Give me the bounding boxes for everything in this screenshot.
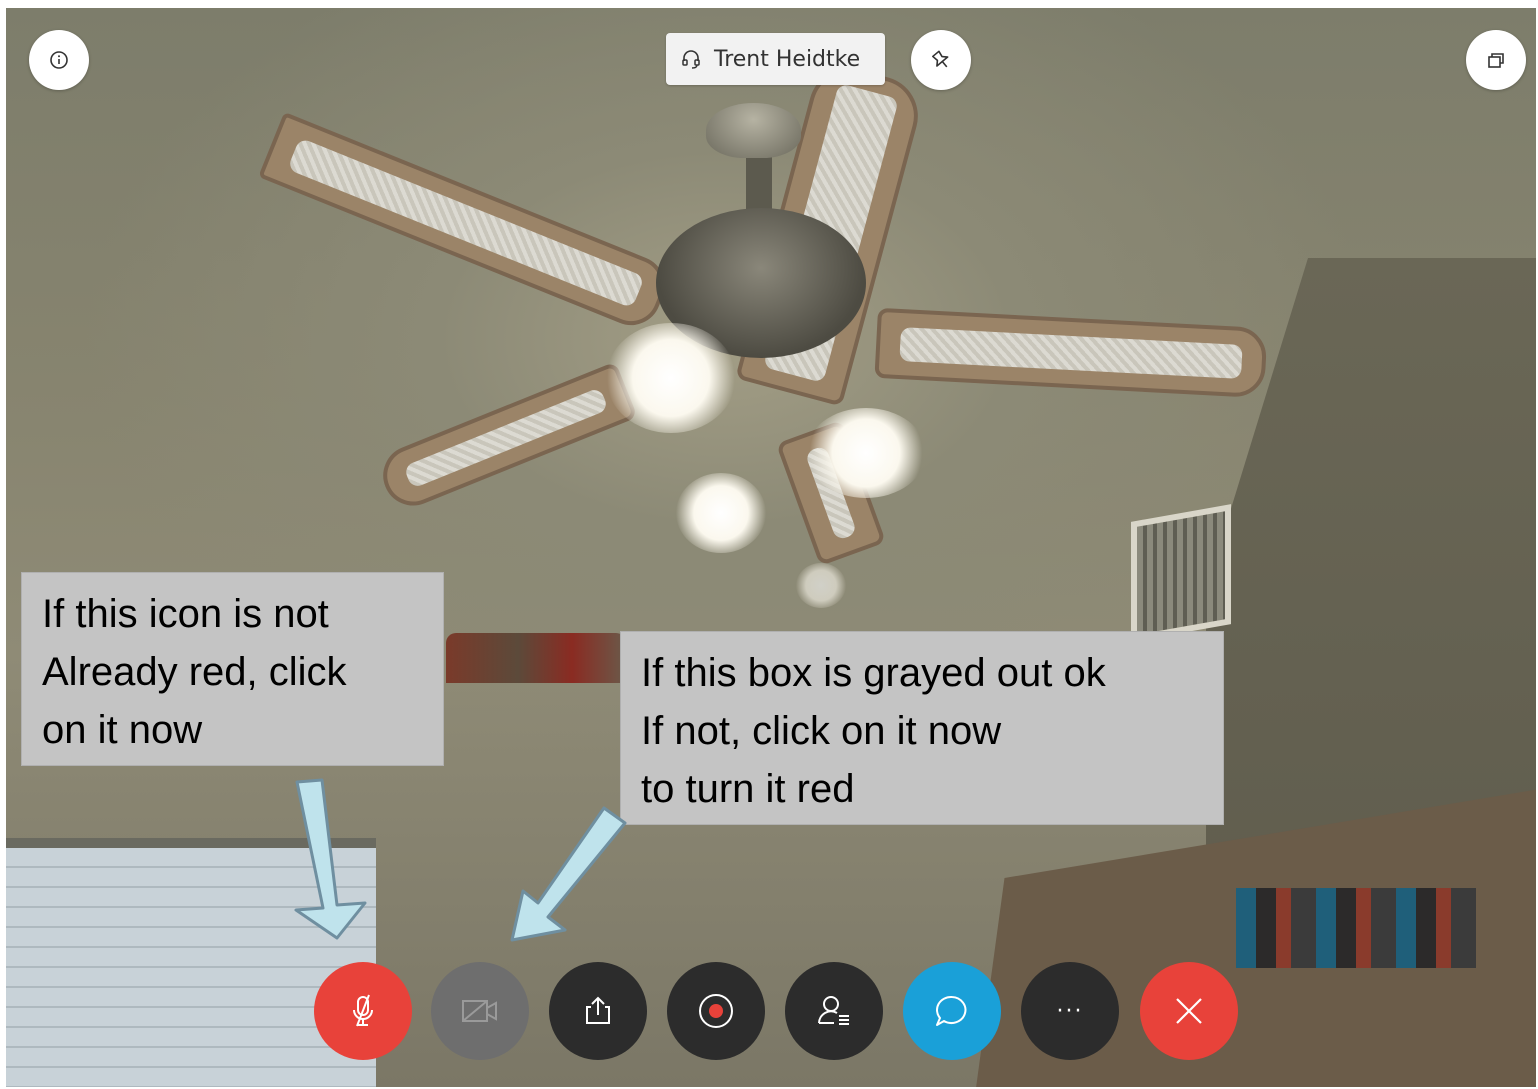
fan-blade — [374, 361, 638, 515]
more-icon: ··· — [1056, 998, 1084, 1024]
record-icon — [699, 994, 733, 1028]
video-off-icon — [462, 1000, 497, 1022]
info-button[interactable] — [29, 30, 89, 90]
microphone-muted-icon — [353, 994, 373, 1027]
fan-blade — [258, 111, 674, 335]
mute-button[interactable] — [314, 962, 412, 1060]
window-blind — [6, 838, 376, 1087]
video-instruction-callout: If this box is grayed out ok If not, cli… — [620, 631, 1224, 825]
more-options-button[interactable]: ··· — [1021, 962, 1119, 1060]
participant-name: Trent Heidtke — [714, 46, 861, 72]
close-icon — [1176, 998, 1202, 1024]
video-feed — [6, 8, 1536, 1087]
light-bulb — [676, 473, 766, 553]
window-switch-icon — [1488, 53, 1504, 68]
participants-button[interactable] — [785, 962, 883, 1060]
switch-layout-button[interactable] — [1466, 30, 1526, 90]
fan-blade — [874, 307, 1268, 399]
callout-line: If this box is grayed out ok — [641, 651, 1106, 695]
books — [1236, 888, 1476, 968]
callout-line: on it now — [42, 708, 203, 752]
ledge-items — [446, 633, 626, 683]
light-bulb — [606, 323, 736, 433]
chat-icon — [936, 995, 967, 1026]
pin-button[interactable] — [911, 30, 971, 90]
share-icon — [586, 996, 610, 1024]
light-glow — [796, 563, 846, 608]
callout-line: If not, click on it now — [641, 709, 1002, 753]
info-icon — [50, 51, 68, 69]
callout-line: Already red, click — [42, 650, 347, 694]
chat-button[interactable] — [903, 962, 1001, 1060]
video-button[interactable] — [431, 962, 529, 1060]
headset-icon — [682, 50, 700, 69]
participants-icon — [818, 996, 849, 1025]
callout-line: If this icon is not — [42, 592, 329, 636]
record-button[interactable] — [667, 962, 765, 1060]
pin-icon — [931, 50, 949, 68]
air-vent — [1131, 504, 1231, 642]
callout-line: to turn it red — [641, 767, 855, 811]
fan-canopy — [706, 103, 801, 158]
light-bulb — [806, 408, 926, 498]
mic-instruction-callout: If this icon is not Already red, click o… — [21, 572, 444, 766]
share-content-button[interactable] — [549, 962, 647, 1060]
participant-name-tag: Trent Heidtke — [666, 33, 885, 85]
leave-meeting-button[interactable] — [1140, 962, 1238, 1060]
